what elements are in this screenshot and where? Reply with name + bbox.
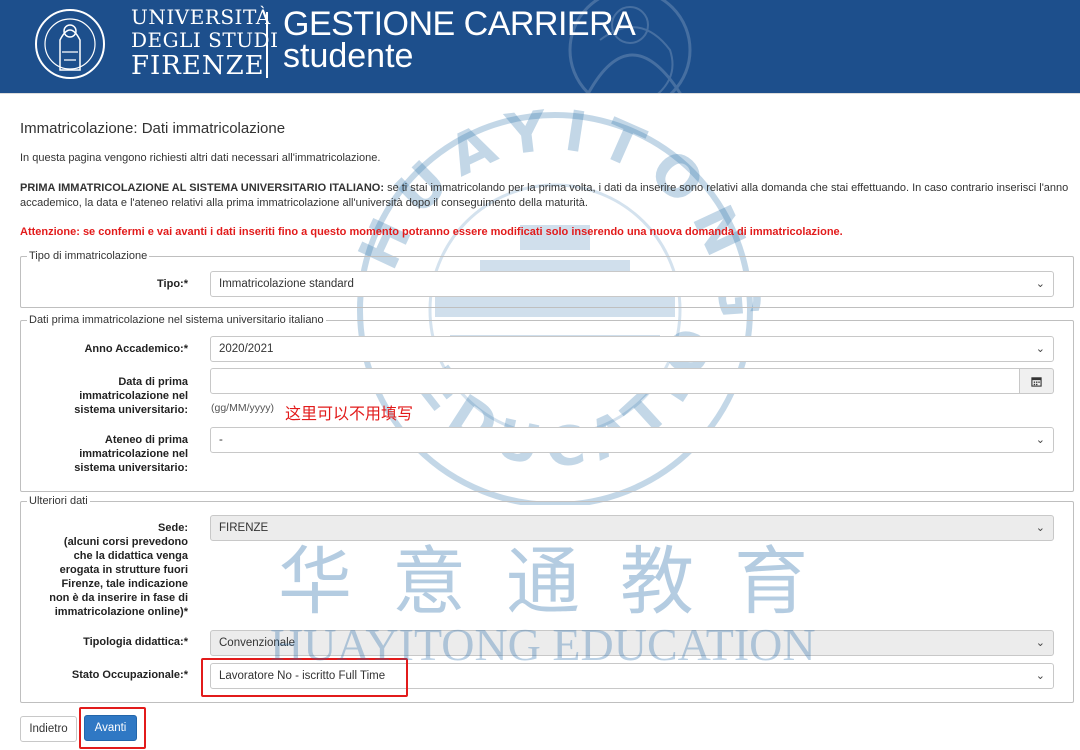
page-header: UNIVERSITÀ DEGLI STUDI FIRENZE GESTIONE … <box>0 0 1080 94</box>
app-title-line-2: studente <box>283 37 414 75</box>
label-line: che la didattica venga <box>73 550 188 562</box>
label-line: immatricolazione nel <box>79 448 188 460</box>
warning-text: Attenzione: se confermi e vai avanti i d… <box>20 226 843 238</box>
university-line-3: FIRENZE <box>131 51 265 81</box>
highlight-box-stato <box>201 658 408 697</box>
back-button[interactable]: Indietro <box>20 716 77 742</box>
chevron-down-icon: ⌄ <box>1035 278 1045 290</box>
anno-accademico-select[interactable]: 2020/2021 ⌄ <box>210 336 1054 362</box>
tipo-label: Tipo:* <box>157 278 188 290</box>
tipo-select-value: Immatricolazione standard <box>219 278 354 290</box>
sede-value: FIRENZE <box>219 522 269 534</box>
label-line: immatricolazione online)* <box>54 606 188 618</box>
chevron-down-icon: ⌄ <box>1035 637 1045 649</box>
label-line: Data di prima <box>118 376 188 388</box>
university-name: UNIVERSITÀ DEGLI STUDI FIRENZE <box>131 5 279 81</box>
tipologia-value: Convenzionale <box>219 637 296 649</box>
sede-select[interactable]: FIRENZE ⌄ <box>210 515 1054 541</box>
annotation-note: 这里可以不用填写 <box>285 404 414 423</box>
university-seal-icon <box>35 9 105 79</box>
header-divider <box>266 12 268 78</box>
chevron-down-icon: ⌄ <box>1035 522 1045 534</box>
label-line: (alcuni corsi prevedono <box>63 536 188 548</box>
chevron-down-icon: ⌄ <box>1035 343 1045 355</box>
sede-label: Sede: (alcuni corsi prevedono che la did… <box>40 521 188 619</box>
calendar-icon <box>1031 377 1042 387</box>
label-line: non è da inserire in fase di <box>49 592 188 604</box>
label-line: immatricolazione nel <box>79 390 188 402</box>
label-line: sistema universitario: <box>74 462 188 474</box>
ateneo-select[interactable]: - ⌄ <box>210 427 1054 453</box>
stato-occupazionale-label: Stato Occupazionale:* <box>71 669 188 681</box>
date-input[interactable] <box>210 368 1020 394</box>
first-enrollment-note: PRIMA IMMATRICOLAZIONE AL SISTEMA UNIVER… <box>20 181 1075 211</box>
label-line: Ateneo di prima <box>104 434 188 446</box>
tipo-select[interactable]: Immatricolazione standard ⌄ <box>210 271 1054 297</box>
calendar-button[interactable] <box>1020 368 1054 394</box>
university-line-1: UNIVERSITÀ <box>131 5 271 29</box>
label-line: sistema universitario: <box>74 404 188 416</box>
anno-accademico-label: Anno Accademico:* <box>84 343 188 355</box>
fieldset-legend: Dati prima immatricolazione nel sistema … <box>29 314 324 326</box>
fieldset-legend: Tipo di immatricolazione <box>29 250 148 262</box>
app-title: GESTIONE CARRIERA studente <box>283 5 636 75</box>
ateneo-value: - <box>219 434 223 446</box>
intro-text: In questa pagina vengono richiesti altri… <box>20 152 381 164</box>
ateneo-label: Ateneo di prima immatricolazione nel sis… <box>40 433 188 475</box>
label-line: Sede: <box>158 522 188 534</box>
highlight-box-next <box>79 707 146 749</box>
label-line: erogata in strutture fuori <box>59 564 188 576</box>
app-title-line-1: GESTIONE CARRIERA <box>283 5 636 43</box>
anno-accademico-value: 2020/2021 <box>219 343 274 355</box>
date-format-hint: (gg/MM/yyyy) <box>211 402 274 414</box>
label-line: Firenze, tale indicazione <box>61 578 188 590</box>
first-enrollment-heading: PRIMA IMMATRICOLAZIONE AL SISTEMA UNIVER… <box>20 182 385 194</box>
chevron-down-icon: ⌄ <box>1035 434 1045 446</box>
fieldset-legend: Ulteriori dati <box>29 495 88 507</box>
tipologia-select[interactable]: Convenzionale ⌄ <box>210 630 1054 656</box>
tipologia-label: Tipologia didattica:* <box>83 636 188 648</box>
university-line-2: DEGLI STUDI <box>131 28 279 52</box>
data-prima-immatricolazione-label: Data di prima immatricolazione nel siste… <box>40 375 188 417</box>
page-title: Immatricolazione: Dati immatricolazione <box>20 120 286 137</box>
chevron-down-icon: ⌄ <box>1035 670 1045 682</box>
